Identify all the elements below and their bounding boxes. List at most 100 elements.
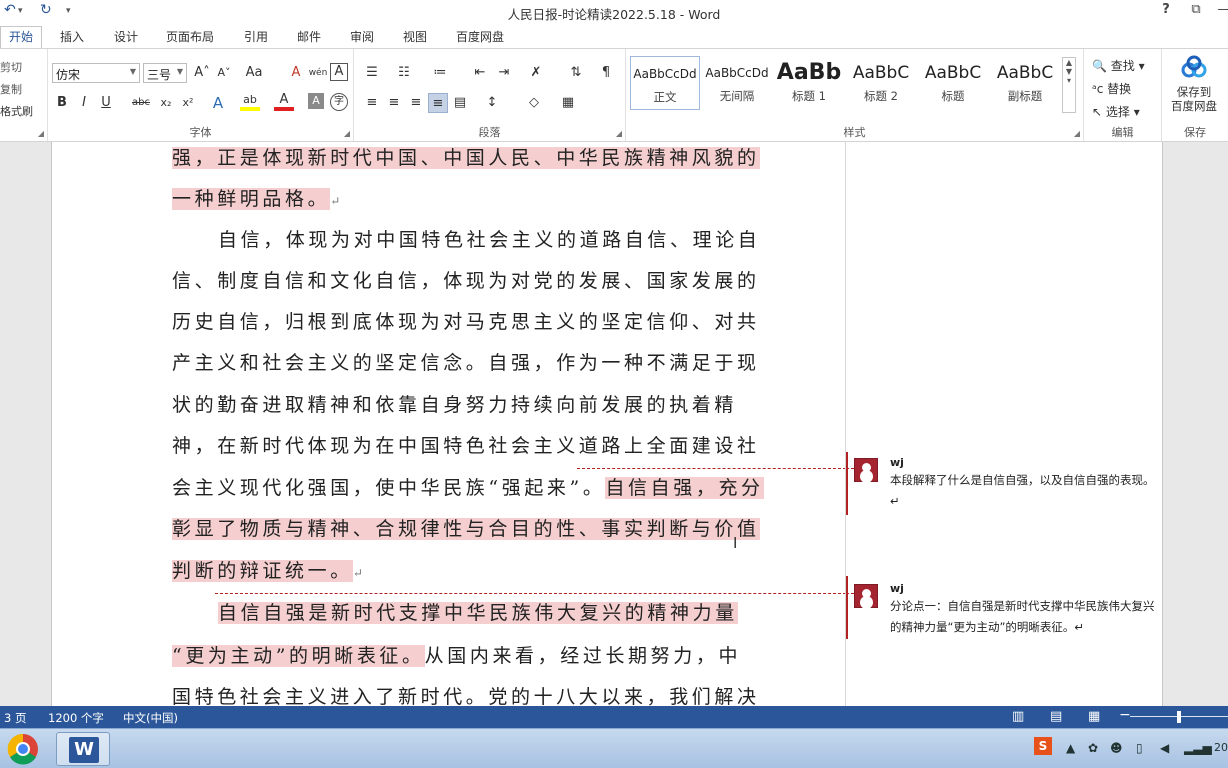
justify-icon[interactable]: ≡: [428, 93, 448, 113]
word-taskbar-item[interactable]: W: [56, 732, 110, 766]
paragraph-launcher-icon[interactable]: ◢: [616, 129, 622, 138]
doc-line[interactable]: 产主义和社会主义的坚定信念。自强，作为一种不满足于现: [172, 343, 756, 384]
bold-button[interactable]: B: [52, 93, 72, 113]
help-button[interactable]: ?: [1154, 2, 1178, 17]
style-normal[interactable]: AaBbCcDd 正文: [630, 56, 700, 110]
doc-line[interactable]: 彰显了物质与精神、合规律性与合目的性、事实判断与价值: [172, 509, 760, 550]
text-effects-icon[interactable]: A: [208, 93, 228, 113]
doc-line[interactable]: 强，正是体现新时代中国、中国人民、中华民族精神风貌的: [172, 142, 760, 179]
numbering-icon[interactable]: ☷: [394, 63, 414, 83]
comment-balloon[interactable]: wj 本段解释了什么是自信自强，以及自信自强的表现。↵: [854, 456, 1155, 516]
replace-button[interactable]: ᵃc 替换: [1092, 80, 1131, 97]
network-icon[interactable]: ▂▃▅: [1184, 741, 1212, 755]
sogou-ime-icon[interactable]: S: [1034, 737, 1052, 755]
tab-home[interactable]: 开始: [0, 26, 43, 49]
subscript-button[interactable]: x₂: [156, 93, 176, 113]
document-area[interactable]: 强，正是体现新时代中国、中国人民、中华民族精神风貌的 一种鲜明品格。↵ 自信，体…: [0, 142, 1228, 706]
style-title[interactable]: AaBbC 标题: [918, 56, 988, 110]
shading-icon[interactable]: ◇: [524, 93, 544, 113]
doc-line[interactable]: 状的勤奋进取精神和依靠自身努力持续向前发展的执着精: [172, 385, 733, 426]
comment-balloon[interactable]: wj 分论点一：自信自强是新时代支撑中华民族伟大复兴的精神力量“更为主动”的明晰…: [854, 582, 1155, 642]
tab-view[interactable]: 视图: [395, 27, 435, 46]
doc-line[interactable]: 判断的辩证统一。↵: [172, 551, 724, 592]
word-count[interactable]: 1200 个字: [48, 710, 104, 726]
underline-button[interactable]: U: [96, 93, 116, 113]
increase-indent-icon[interactable]: ⇥: [494, 63, 514, 83]
qq-icon[interactable]: ☻: [1110, 741, 1123, 755]
decrease-indent-icon[interactable]: ⇤: [470, 63, 490, 83]
align-right-icon[interactable]: ≡: [406, 93, 426, 113]
tray-expand-icon[interactable]: ▲: [1066, 741, 1075, 755]
print-layout-icon[interactable]: ▤: [1050, 709, 1062, 724]
clear-format-icon[interactable]: A: [286, 63, 306, 83]
doc-line[interactable]: 会主义现代化强国，使中华民族“强起来”。自信自强，充分: [172, 468, 764, 509]
sort-icon[interactable]: ⇅: [566, 63, 586, 83]
tab-design[interactable]: 设计: [106, 27, 146, 46]
cut-button[interactable]: 剪切: [0, 59, 22, 75]
asian-layout-icon[interactable]: ✗: [526, 63, 546, 83]
tray-app-icon[interactable]: ✿: [1088, 741, 1098, 755]
doc-line[interactable]: 信、制度自信和文化自信，体现为对党的发展、国家发展的: [172, 261, 756, 302]
doc-line[interactable]: 自信，体现为对中国特色社会主义的道路自信、理论自: [172, 220, 757, 261]
select-button[interactable]: ↖ 选择 ▾: [1092, 103, 1140, 120]
tab-insert[interactable]: 插入: [52, 27, 92, 46]
restore-button[interactable]: ⧉: [1184, 2, 1208, 17]
grow-font-icon[interactable]: A˄: [192, 63, 212, 83]
minimize-button[interactable]: —: [1212, 2, 1228, 17]
doc-line[interactable]: 国特色社会主义进入了新时代。党的十八大以来，我们解决: [172, 677, 756, 706]
page-count[interactable]: 3 页: [4, 710, 26, 726]
language-indicator[interactable]: 中文(中国): [123, 710, 178, 726]
strikethrough-button[interactable]: abc: [128, 93, 154, 113]
tab-layout[interactable]: 页面布局: [158, 27, 222, 46]
font-name-combo[interactable]: 仿宋 ▼: [52, 63, 140, 83]
doc-line[interactable]: 自信自强是新时代支撑中华民族伟大复兴的精神力量: [172, 593, 738, 634]
font-launcher-icon[interactable]: ◢: [344, 129, 350, 138]
web-layout-icon[interactable]: ▦: [1088, 709, 1100, 724]
tab-review[interactable]: 审阅: [342, 27, 382, 46]
style-subtitle[interactable]: AaBbC 副标题: [990, 56, 1060, 110]
italic-button[interactable]: I: [74, 93, 94, 113]
highlight-color-icon[interactable]: ab: [240, 93, 260, 111]
tab-baidu[interactable]: 百度网盘: [448, 27, 512, 46]
format-painter-button[interactable]: 格式刷: [0, 103, 33, 119]
styles-gallery-scroll[interactable]: ▲ ▼ ▾: [1062, 57, 1076, 113]
style-heading-1[interactable]: AaBb 标题 1: [774, 56, 844, 110]
save-to-baidu-button[interactable]: 保存到 百度网盘: [1164, 55, 1224, 117]
distributed-icon[interactable]: ▤: [450, 93, 470, 113]
doc-line[interactable]: 一种鲜明品格。↵: [172, 179, 724, 220]
chrome-taskbar-item[interactable]: [2, 732, 56, 766]
font-color-icon[interactable]: A: [274, 93, 294, 111]
document-page[interactable]: 强，正是体现新时代中国、中国人民、中华民族精神风貌的 一种鲜明品格。↵ 自信，体…: [51, 142, 846, 706]
font-size-combo[interactable]: 三号 ▼: [143, 63, 187, 83]
styles-launcher-icon[interactable]: ◢: [1074, 129, 1080, 138]
show-marks-icon[interactable]: ¶: [596, 63, 616, 83]
change-case-icon[interactable]: Aa: [244, 63, 264, 83]
zoom-out-icon[interactable]: −: [1119, 707, 1131, 723]
copy-button[interactable]: 复制: [0, 81, 22, 97]
tab-mailings[interactable]: 邮件: [289, 27, 329, 46]
align-center-icon[interactable]: ≡: [384, 93, 404, 113]
doc-line[interactable]: 神，在新时代体现为在中国特色社会主义道路上全面建设社: [172, 426, 756, 467]
line-spacing-icon[interactable]: ↕: [482, 93, 502, 113]
shrink-font-icon[interactable]: A˅: [214, 63, 234, 83]
align-left-icon[interactable]: ≡: [362, 93, 382, 113]
character-border-icon[interactable]: A: [330, 63, 348, 81]
tab-references[interactable]: 引用: [236, 27, 276, 46]
doc-line[interactable]: “更为主动”的明晰表征。从国内来看，经过长期努力，中: [172, 636, 737, 677]
device-icon[interactable]: ▯: [1136, 741, 1143, 755]
multilevel-list-icon[interactable]: ≔: [430, 63, 450, 83]
character-shading-icon[interactable]: A: [308, 93, 324, 109]
borders-icon[interactable]: ▦: [558, 93, 578, 113]
style-heading-2[interactable]: AaBbC 标题 2: [846, 56, 916, 110]
doc-line[interactable]: 历史自信，归根到底体现为对马克思主义的坚定信仰、对共: [172, 302, 756, 343]
enclose-characters-icon[interactable]: 字: [330, 93, 348, 111]
superscript-button[interactable]: x²: [178, 93, 198, 113]
style-no-spacing[interactable]: AaBbCcDd 无间隔: [702, 56, 772, 110]
zoom-slider-thumb[interactable]: [1177, 711, 1181, 723]
phonetic-guide-icon[interactable]: wén: [308, 63, 328, 83]
read-mode-icon[interactable]: ▥: [1012, 709, 1024, 724]
bullets-icon[interactable]: ☰: [362, 63, 382, 83]
clipboard-launcher-icon[interactable]: ◢: [38, 129, 44, 138]
find-button[interactable]: 🔍 查找 ▾: [1092, 57, 1145, 74]
volume-icon[interactable]: ◀: [1160, 741, 1169, 755]
